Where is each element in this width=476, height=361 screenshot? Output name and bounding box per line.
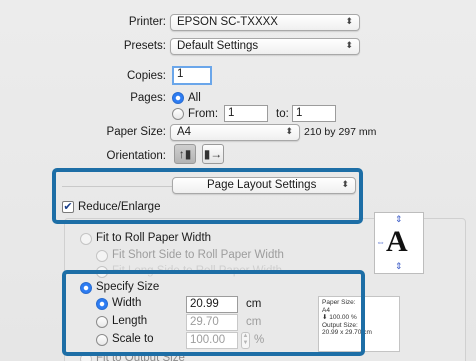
fit-roll-label: Fit to Roll Paper Width bbox=[96, 232, 212, 244]
pages-label: Pages: bbox=[130, 92, 166, 104]
layout-preview: ⇕ ⇔ A ⇕ bbox=[374, 212, 424, 274]
popup-arrows-icon: ⬍ bbox=[345, 40, 353, 50]
section-popup-callout bbox=[52, 168, 363, 224]
fit-short-side-radio[interactable] bbox=[96, 250, 108, 262]
paper-size-popup[interactable]: A4 ⬍ bbox=[170, 124, 300, 141]
paper-size-label: Paper Size: bbox=[106, 126, 166, 138]
printer-value: EPSON SC-TXXXX bbox=[177, 16, 278, 28]
preview-left-arrow-icon: ⇔ bbox=[376, 237, 385, 247]
copies-field[interactable]: 1 bbox=[172, 66, 212, 85]
presets-value: Default Settings bbox=[177, 40, 259, 52]
printer-popup[interactable]: EPSON SC-TXXXX ⬍ bbox=[170, 14, 360, 31]
portrait-orientation-button[interactable]: ↑▮ bbox=[174, 144, 196, 164]
fit-roll-radio[interactable] bbox=[80, 233, 92, 245]
pages-all-label: All bbox=[188, 92, 201, 104]
presets-label: Presets: bbox=[123, 40, 166, 52]
landscape-orientation-button[interactable]: ▮→ bbox=[202, 144, 224, 164]
pages-to-field[interactable]: 1 bbox=[292, 105, 336, 122]
pages-from-radio[interactable] bbox=[172, 108, 184, 120]
landscape-orientation-icon: ▮→ bbox=[203, 147, 223, 161]
paper-size-dimensions: 210 by 297 mm bbox=[304, 126, 377, 138]
fit-short-side-label: Fit Short Side to Roll Paper Width bbox=[112, 249, 284, 261]
popup-arrows-icon: ⬍ bbox=[345, 16, 353, 26]
pages-to-label: to: bbox=[276, 108, 289, 120]
preview-top-arrow-icon: ⇕ bbox=[395, 214, 403, 224]
paper-size-value: A4 bbox=[177, 126, 192, 138]
pages-from-label: From: bbox=[188, 108, 219, 120]
preview-glyph: A bbox=[386, 225, 408, 258]
pages-from-field[interactable]: 1 bbox=[224, 105, 268, 122]
specify-size-callout bbox=[62, 270, 365, 356]
copies-label: Copies: bbox=[127, 70, 166, 82]
pages-all-radio[interactable] bbox=[172, 92, 184, 104]
preview-bottom-arrow-icon: ⇕ bbox=[395, 261, 403, 271]
portrait-orientation-icon: ↑▮ bbox=[178, 147, 192, 161]
orientation-label: Orientation: bbox=[106, 150, 166, 162]
presets-popup[interactable]: Default Settings ⬍ bbox=[170, 38, 360, 55]
printer-label: Printer: bbox=[128, 16, 166, 28]
print-dialog: Printer: EPSON SC-TXXXX ⬍ Presets: Defau… bbox=[0, 0, 476, 361]
popup-arrows-icon: ⬍ bbox=[285, 126, 293, 136]
